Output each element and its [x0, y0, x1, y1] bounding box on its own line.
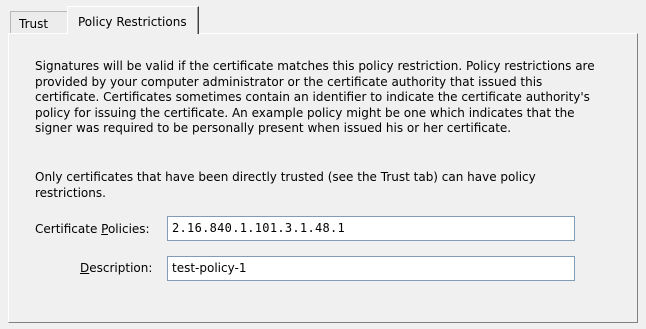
tab-policy-restrictions-label: Policy Restrictions [78, 15, 187, 29]
tab-trust[interactable]: Trust [10, 11, 68, 33]
tab-panel [8, 33, 638, 323]
tab-policy-restrictions[interactable]: Policy Restrictions [67, 6, 199, 34]
tab-trust-label: Trust [19, 17, 49, 31]
